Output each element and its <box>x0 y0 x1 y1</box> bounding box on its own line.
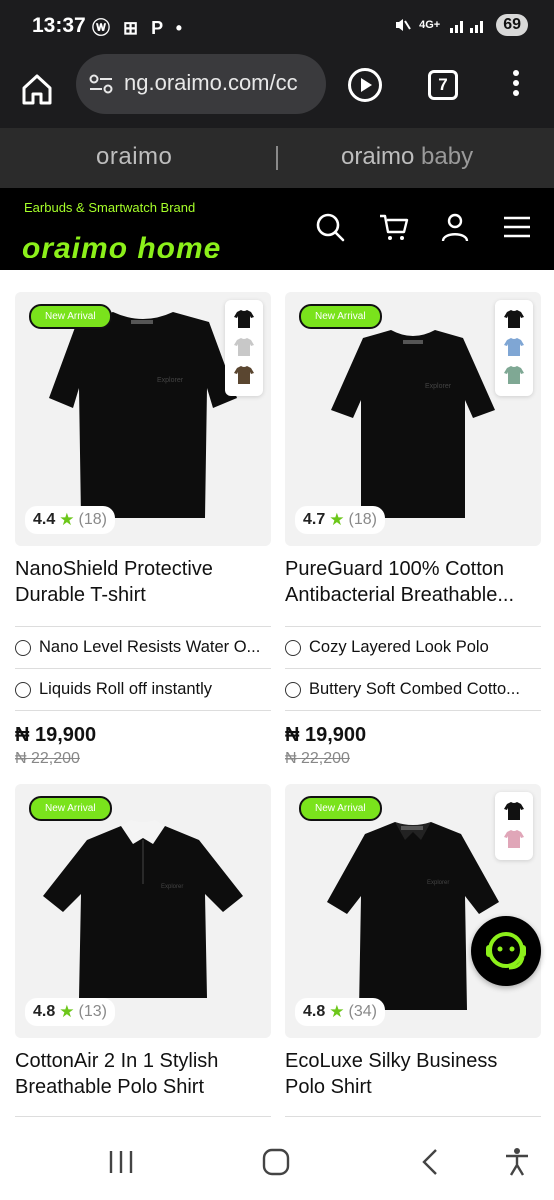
review-count: (18) <box>348 511 377 528</box>
customer-service-chat-button[interactable] <box>471 916 541 986</box>
brand-switcher: oraimo oraimo baby <box>0 128 554 188</box>
product-price: ₦ 19,900 <box>285 724 367 746</box>
status-time: 13:37 <box>32 14 86 37</box>
status-right-icons: 4G+ 69 <box>393 14 528 36</box>
accessibility-icon[interactable] <box>502 1147 532 1177</box>
rating-pill: 4.8 ★ (13) <box>25 998 115 1026</box>
support-agent-icon <box>486 932 526 970</box>
feature-icon <box>285 681 301 698</box>
home-icon[interactable] <box>18 70 56 108</box>
mute-icon <box>396 19 411 31</box>
feature-row: Liquids Roll off instantly <box>15 668 271 710</box>
new-arrival-badge: New Arrival <box>29 304 112 329</box>
feature-icon <box>285 639 301 656</box>
rating-value: 4.7 <box>303 511 326 528</box>
search-icon[interactable] <box>313 210 347 244</box>
tab-switcher-button[interactable]: 7 <box>428 70 458 100</box>
back-icon[interactable] <box>416 1147 446 1177</box>
oraimo-home-logo[interactable]: oraimo home <box>22 228 221 258</box>
play-icon[interactable] <box>348 68 382 102</box>
product-image[interactable]: Explorer New Arrival 4.8 ★ (13) <box>15 784 271 1038</box>
home-nav-icon[interactable] <box>261 1147 291 1177</box>
new-arrival-badge: New Arrival <box>29 796 112 821</box>
url-text: ng.oraimo.com/cc <box>124 70 298 95</box>
feature-row: Cozy Layered Look Polo <box>285 626 541 668</box>
product-name[interactable]: EcoLuxe Silky Business Polo Shirt <box>285 1048 541 1100</box>
rating-value: 4.8 <box>303 1003 326 1020</box>
original-price: ₦ 22,200 <box>15 750 80 767</box>
product-price: ₦ 19,900 <box>15 724 97 746</box>
divider <box>285 1116 541 1117</box>
swatch-black[interactable] <box>503 800 525 822</box>
rating-value: 4.4 <box>33 511 56 528</box>
divider <box>15 710 271 711</box>
brand-oraimo-baby-link[interactable]: oraimo baby <box>341 143 473 171</box>
star-icon: ★ <box>329 510 345 529</box>
swatch-black[interactable] <box>233 308 255 330</box>
signal-icon <box>450 21 484 33</box>
feature-row: Nano Level Resists Water O... <box>15 626 271 668</box>
swatch-black[interactable] <box>503 308 525 330</box>
hamburger-menu-icon[interactable] <box>500 210 534 244</box>
header-tagline: Earbuds & Smartwatch Brand <box>24 200 196 215</box>
battery-level: 69 <box>496 14 528 36</box>
site-header: Earbuds & Smartwatch Brand oraimo home <box>0 188 554 270</box>
color-swatches <box>495 300 533 396</box>
feature-icon <box>15 681 31 698</box>
star-icon: ★ <box>329 1002 345 1021</box>
review-count: (13) <box>78 1003 107 1020</box>
product-image[interactable]: Explorer New Arrival 4.7 ★ (18) <box>285 292 541 546</box>
star-icon: ★ <box>59 1002 75 1021</box>
network-type: 4G+ <box>419 19 441 31</box>
rating-pill: 4.7 ★ (18) <box>295 506 385 534</box>
cart-icon[interactable] <box>377 210 411 244</box>
feature-row: Buttery Soft Combed Cotto... <box>285 668 541 710</box>
divider <box>15 1116 271 1117</box>
rating-value: 4.8 <box>33 1003 56 1020</box>
swatch-pink[interactable] <box>503 828 525 850</box>
color-swatches <box>495 792 533 860</box>
product-name[interactable]: NanoShield Protective Durable T-shirt <box>15 556 271 608</box>
product-name[interactable]: PureGuard 100% Cotton Antibacterial Brea… <box>285 556 541 608</box>
swatch-green[interactable] <box>503 364 525 386</box>
brand-baby-suffix: baby <box>421 143 474 170</box>
product-grid: Explorer New Arrival 4.4 ★ (18) NanoShie… <box>0 270 554 1125</box>
feature-icon <box>15 639 31 656</box>
original-price: ₦ 22,200 <box>285 750 350 767</box>
product-image[interactable]: Explorer New Arrival 4.8 ★ (34) <box>285 784 541 1038</box>
svg-text:Explorer: Explorer <box>425 383 452 390</box>
review-count: (34) <box>348 1003 377 1020</box>
swatch-blue[interactable] <box>503 336 525 358</box>
product-name[interactable]: CottonAir 2 In 1 Stylish Breathable Polo… <box>15 1048 271 1100</box>
brand-baby-name: oraimo <box>341 143 415 170</box>
account-icon[interactable] <box>438 210 472 244</box>
status-bar: 13:37 ⓦ ⊞ P • 4G+ 69 <box>0 0 554 52</box>
new-arrival-badge: New Arrival <box>299 304 382 329</box>
brand-oraimo-link[interactable]: oraimo <box>96 143 172 171</box>
star-icon: ★ <box>59 510 75 529</box>
rating-pill: 4.8 ★ (34) <box>295 998 385 1026</box>
swatch-brown[interactable] <box>233 364 255 386</box>
svg-text:Explorer: Explorer <box>161 884 183 890</box>
rating-pill: 4.4 ★ (18) <box>25 506 115 534</box>
browser-toolbar: ng.oraimo.com/cc 7 <box>0 52 554 128</box>
address-bar[interactable]: ng.oraimo.com/cc <box>76 54 326 114</box>
color-swatches <box>225 300 263 396</box>
divider <box>285 710 541 711</box>
svg-text:Explorer: Explorer <box>427 880 449 886</box>
review-count: (18) <box>78 511 107 528</box>
product-image[interactable]: Explorer New Arrival 4.4 ★ (18) <box>15 292 271 546</box>
svg-text:Explorer: Explorer <box>157 377 184 384</box>
new-arrival-badge: New Arrival <box>299 796 382 821</box>
swatch-grey[interactable] <box>233 336 255 358</box>
brand-divider <box>276 146 278 170</box>
recent-apps-icon[interactable] <box>106 1147 136 1177</box>
more-menu-icon[interactable] <box>510 70 522 104</box>
system-navigation-bar <box>0 1125 554 1200</box>
site-settings-icon[interactable] <box>88 72 114 96</box>
notification-icons: ⓦ ⊞ P • <box>92 18 187 38</box>
